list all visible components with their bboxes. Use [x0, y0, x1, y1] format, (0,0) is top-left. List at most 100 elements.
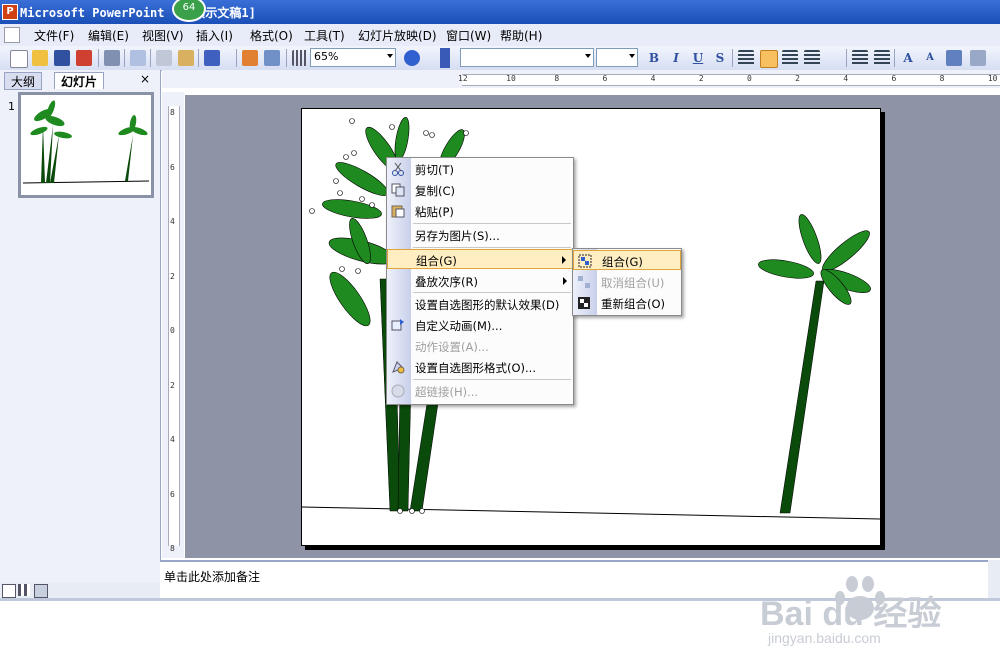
normal-view-icon[interactable] — [2, 584, 16, 598]
palm-leaf[interactable] — [323, 267, 376, 331]
format-shape-icon — [391, 360, 405, 374]
insert-chart-icon[interactable] — [242, 50, 258, 66]
menu-view[interactable]: 视图(V) — [142, 27, 184, 44]
slides-pane: 大纲 幻灯片 × 1 — [0, 70, 161, 600]
submenu-item-ungroup[interactable]: 取消组合(U) — [573, 272, 681, 292]
new-slide-icon[interactable] — [970, 50, 986, 66]
close-icon[interactable]: × — [140, 72, 150, 86]
decrease-font-icon[interactable]: A — [922, 50, 938, 66]
menu-edit[interactable]: 编辑(E) — [88, 27, 129, 44]
menu-separator — [413, 379, 571, 380]
vertical-ruler: 8 6 4 2 0 2 4 6 8 — [162, 92, 184, 558]
palm-leaf[interactable] — [392, 116, 411, 161]
bold-icon[interactable]: B — [646, 50, 662, 66]
menu-item-order[interactable]: 叠放次序(R) — [387, 271, 573, 291]
menu-item-save-as-picture[interactable]: 另存为图片(S)... — [387, 225, 573, 245]
regroup-icon — [577, 296, 591, 310]
font-select[interactable] — [460, 48, 594, 67]
align-left-icon[interactable] — [738, 50, 754, 66]
menu-item-action-settings[interactable]: 动作设置(A)... — [387, 336, 573, 356]
ground-line[interactable] — [301, 506, 881, 520]
ruler-tick-label: 8 — [554, 74, 560, 83]
ruler-tick-label: 12 — [458, 74, 468, 83]
horizontal-scrollbar[interactable] — [0, 582, 160, 598]
notes-placeholder[interactable]: 单击此处添加备注 — [164, 568, 260, 585]
ruler-tick-label: 8 — [170, 544, 175, 553]
ruler-tick-label: 2 — [795, 74, 800, 83]
menu-file[interactable]: 文件(F) — [34, 27, 74, 44]
grid-icon[interactable] — [292, 50, 308, 66]
spelling-icon[interactable] — [130, 50, 146, 66]
palm-leaf[interactable] — [795, 212, 826, 266]
ungroup-icon — [577, 275, 591, 289]
toolbar-separator — [236, 49, 237, 67]
save-icon[interactable] — [54, 50, 70, 66]
palm-leaf[interactable] — [757, 256, 815, 281]
underline-icon[interactable]: U — [690, 50, 706, 66]
group-submenu: 组合(G) 取消组合(U) 重新组合(O) — [572, 248, 682, 316]
document-icon[interactable] — [4, 27, 20, 43]
menu-item-paste[interactable]: 粘贴(P) — [387, 201, 573, 221]
menu-item-custom-animation[interactable]: 自定义动画(M)... — [387, 315, 573, 335]
toolbar-separator — [124, 49, 125, 67]
align-right-icon[interactable] — [782, 50, 798, 66]
shadow-icon[interactable]: S — [712, 50, 728, 66]
ruler-tick-label: 8 — [170, 108, 175, 117]
ruler-tick-label: 0 — [170, 326, 175, 335]
italic-icon[interactable]: I — [668, 50, 684, 66]
menu-format[interactable]: 格式(O) — [250, 27, 293, 44]
justify-icon[interactable] — [804, 50, 820, 66]
numbering-icon[interactable] — [852, 50, 868, 66]
menu-slideshow[interactable]: 幻灯片放映(D) — [358, 27, 437, 44]
zoom-value: 65% — [314, 50, 339, 63]
slideshow-view-icon[interactable] — [34, 584, 48, 598]
ruler-tick-label: 6 — [602, 74, 608, 83]
hyperlink-icon — [391, 384, 405, 398]
menu-help[interactable]: 帮助(H) — [500, 27, 542, 44]
tree-trunk[interactable] — [779, 280, 825, 514]
menu-item-copy[interactable]: 复制(C) — [387, 180, 573, 200]
ruler-tick-label: 6 — [891, 74, 897, 83]
menu-item-default-effect[interactable]: 设置自选图形的默认效果(D) — [387, 294, 573, 314]
print-icon[interactable] — [104, 50, 120, 66]
permission-icon[interactable] — [76, 50, 92, 66]
insert-table-icon[interactable] — [264, 50, 280, 66]
copy-icon[interactable] — [156, 50, 172, 66]
chevron-down-icon — [585, 54, 591, 58]
menu-item-format-shape[interactable]: 设置自选图形格式(O)... — [387, 357, 573, 377]
bullets-icon[interactable] — [874, 50, 890, 66]
watermark-url: jingyan.baidu.com — [768, 630, 881, 646]
toolbar-separator — [286, 49, 287, 67]
scissors-icon — [391, 162, 405, 176]
submenu-item-group[interactable]: 组合(G) — [573, 250, 681, 270]
paste-icon[interactable] — [178, 50, 194, 66]
help-icon[interactable] — [404, 50, 420, 66]
tab-slides[interactable]: 幻灯片 — [54, 72, 105, 89]
increase-font-icon[interactable]: A — [900, 50, 916, 66]
menu-item-hyperlink[interactable]: 超链接(H)... — [387, 381, 573, 401]
menu-item-group[interactable]: 组合(G) — [387, 249, 573, 269]
menu-separator — [413, 223, 571, 224]
font-size-select[interactable] — [596, 48, 638, 67]
palm-leaf[interactable] — [818, 226, 874, 277]
chevron-down-icon — [387, 54, 393, 58]
toolbar-options-icon[interactable] — [440, 48, 450, 68]
ruler-tick-label: 4 — [170, 435, 175, 444]
copy-icon — [391, 183, 405, 197]
sorter-view-icon[interactable] — [18, 584, 30, 596]
submenu-item-regroup[interactable]: 重新组合(O) — [573, 293, 681, 313]
zoom-select[interactable]: 65% — [310, 48, 396, 67]
open-icon[interactable] — [32, 50, 48, 66]
menu-item-cut[interactable]: 剪切(T) — [387, 159, 573, 179]
menu-window[interactable]: 窗口(W) — [446, 27, 491, 44]
tab-outline[interactable]: 大纲 — [4, 72, 43, 90]
new-icon[interactable] — [10, 50, 28, 68]
align-center-icon[interactable] — [760, 50, 778, 68]
animation-icon — [391, 318, 405, 332]
menu-tools[interactable]: 工具(T) — [304, 27, 345, 44]
design-icon[interactable] — [946, 50, 962, 66]
undo-icon[interactable] — [204, 50, 220, 66]
toolbar: 65% B I U S A A — [0, 46, 1000, 71]
menu-insert[interactable]: 插入(I) — [196, 27, 233, 44]
slide-thumbnail[interactable] — [18, 92, 154, 198]
